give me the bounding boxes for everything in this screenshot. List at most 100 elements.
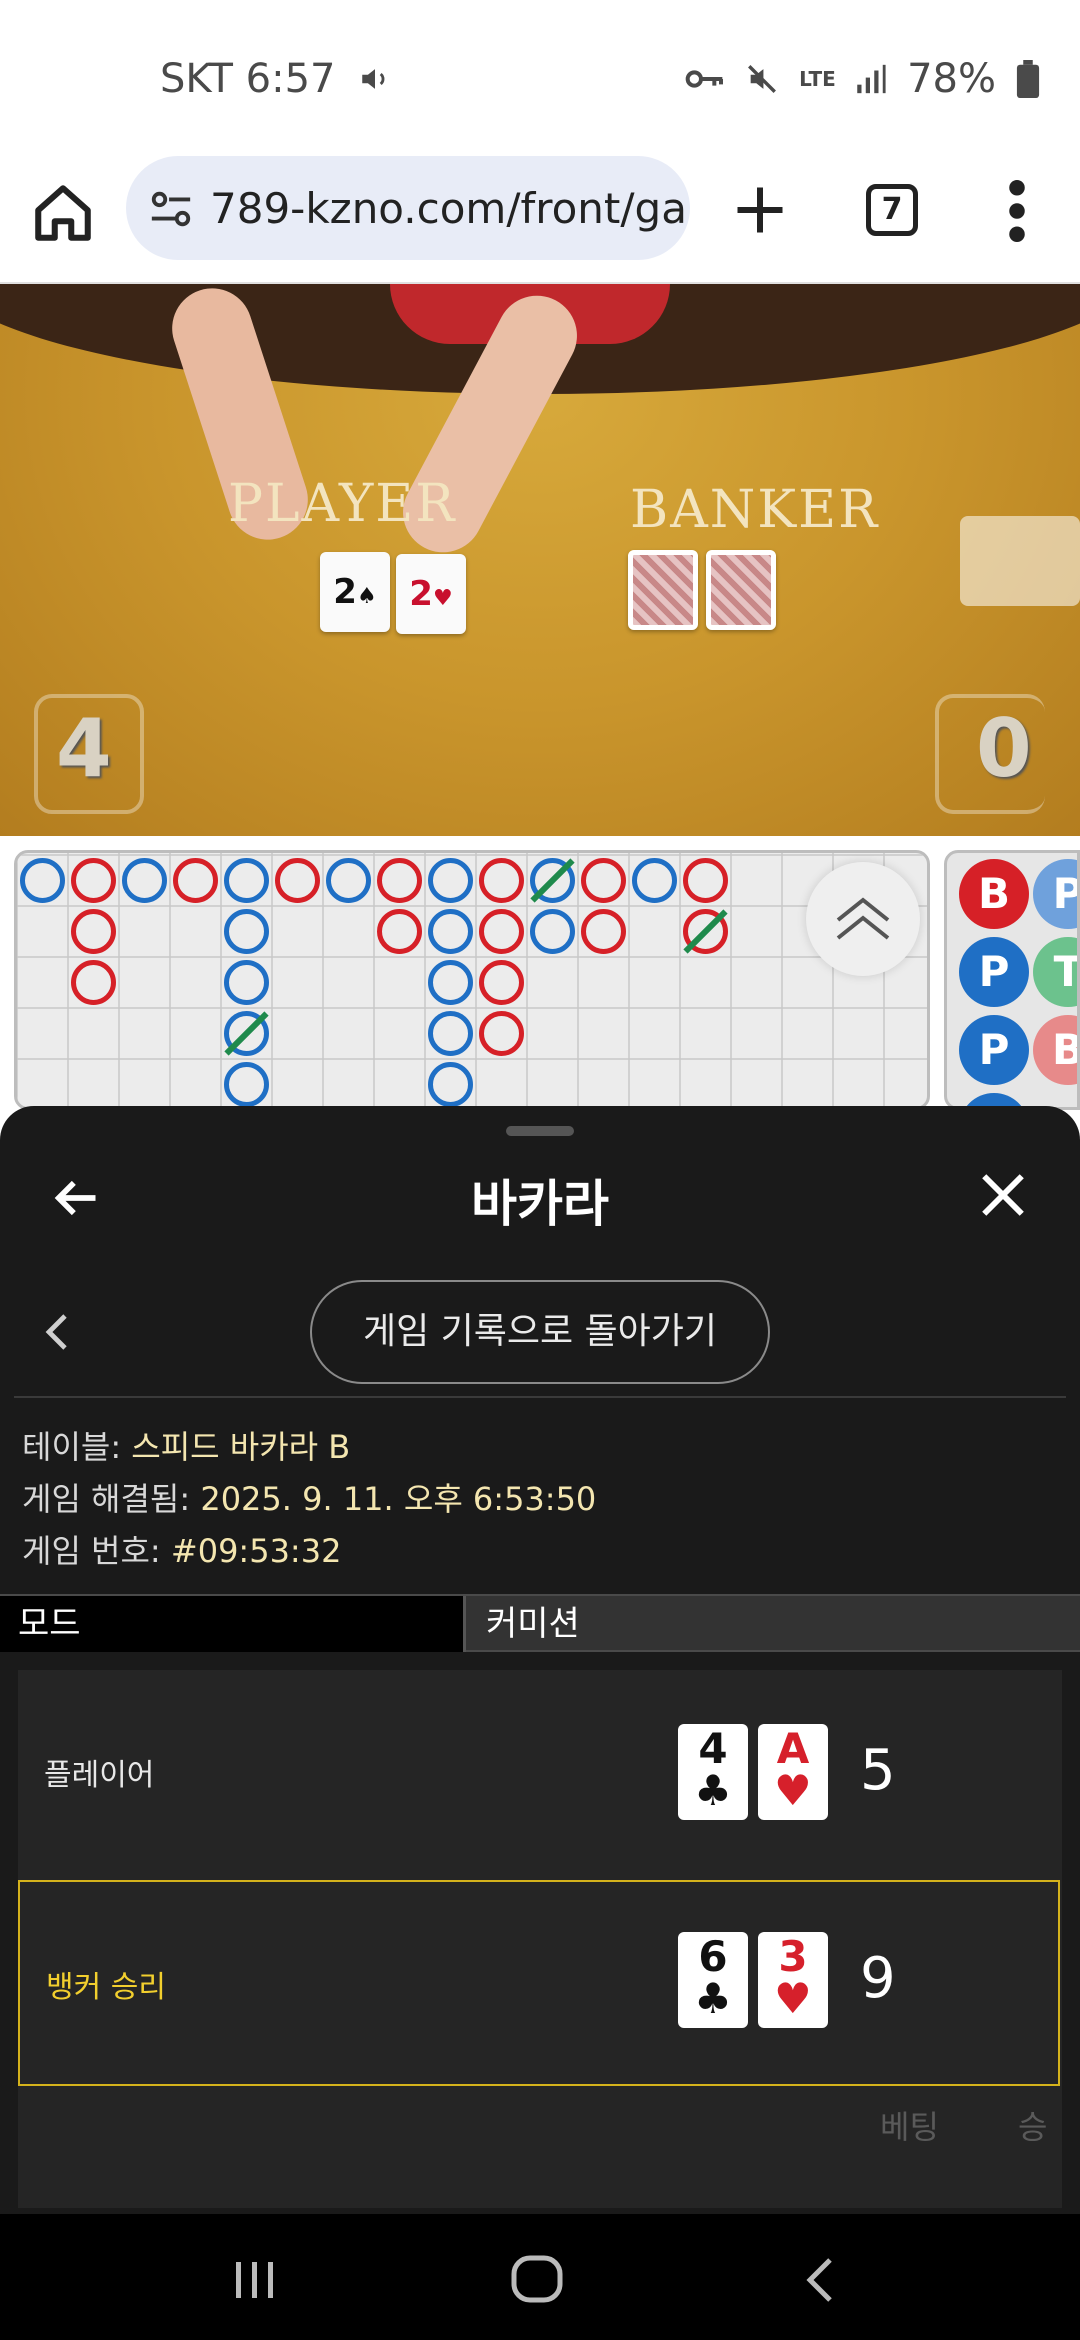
home-button[interactable] xyxy=(30,180,96,246)
big-road-banker-mark xyxy=(275,858,320,903)
video-card-suit: ♠ xyxy=(356,584,377,609)
big-road-banker-mark xyxy=(71,909,116,954)
big-road-banker-mark xyxy=(581,909,626,954)
big-road-banker-mark xyxy=(71,858,116,903)
plus-icon xyxy=(737,187,783,233)
status-left: SKT 6:57 xyxy=(160,56,392,102)
big-road-banker-mark xyxy=(377,858,422,903)
browser-toolbar: 789-kzno.com/front/ga 7 xyxy=(0,150,1080,284)
divider xyxy=(14,1396,1066,1398)
card-suit: ♣ xyxy=(694,1766,732,1815)
player-label: 플레이어 xyxy=(44,1758,155,1793)
bead-banker: B xyxy=(959,859,1029,929)
collapse-roads-button[interactable] xyxy=(806,862,920,976)
previous-button[interactable] xyxy=(44,1312,70,1352)
big-road-banker-mark xyxy=(71,960,116,1005)
big-road-player-mark xyxy=(122,858,167,903)
status-right: LTE 78% xyxy=(685,56,1040,102)
big-road-banker-mark xyxy=(581,858,626,903)
win-column-header: 승 xyxy=(1018,2108,1048,2146)
battery-icon xyxy=(1016,60,1040,98)
big-road-banker-mark xyxy=(479,1011,524,1056)
network-type: LTE xyxy=(799,67,836,91)
video-card-suit: ♥ xyxy=(432,586,453,611)
address-bar[interactable]: 789-kzno.com/front/ga xyxy=(126,156,690,260)
bet-column-header: 베팅 xyxy=(880,2108,939,2146)
game-number-info: 게임 번호: #09:53:32 xyxy=(22,1526,341,1572)
card-suit: ♥ xyxy=(774,1766,812,1815)
resolved-label: 게임 해결됨: xyxy=(22,1480,201,1518)
card-shoe xyxy=(960,516,1080,606)
video-card-rank: 2 xyxy=(333,572,357,612)
big-road-banker-mark xyxy=(683,858,728,903)
system-nav-bar xyxy=(0,2214,1080,2340)
bead-road[interactable]: B P P T P B xyxy=(944,850,1080,1110)
player-card-1: 4 ♣ xyxy=(678,1724,748,1820)
url-text[interactable]: 789-kzno.com/front/ga xyxy=(210,184,687,233)
player-score: 4 xyxy=(56,702,112,795)
table-label: 테이블: xyxy=(22,1428,132,1466)
big-road-player-mark xyxy=(224,858,269,903)
back-to-history-button[interactable]: 게임 기록으로 돌아가기 xyxy=(310,1280,770,1384)
sheet-drag-handle[interactable] xyxy=(506,1126,574,1136)
banker-card-face-down xyxy=(628,550,698,630)
site-settings-icon[interactable] xyxy=(148,186,194,232)
game-number-value: #09:53:32 xyxy=(170,1532,342,1570)
banker-score: 0 xyxy=(976,702,1032,795)
video-card-rank: 2 xyxy=(409,574,433,614)
big-road[interactable] xyxy=(14,850,930,1110)
more-vert-icon xyxy=(1009,180,1025,242)
chevron-left-icon xyxy=(45,1314,67,1350)
browser-menu-button[interactable] xyxy=(1004,180,1030,242)
recent-apps-button[interactable] xyxy=(230,2258,280,2302)
player-total: 5 xyxy=(860,1738,896,1803)
mode-header-row: 모드 커미션 xyxy=(0,1594,1080,1652)
home-nav-button[interactable] xyxy=(510,2254,566,2304)
big-road-player-mark xyxy=(428,1011,473,1056)
big-road-player-mark xyxy=(326,858,371,903)
video-player-card-1: 2♠ xyxy=(320,552,390,632)
table-info: 테이블: 스피드 바카라 B xyxy=(22,1422,350,1468)
sheet-title: 바카라 xyxy=(471,1175,609,1233)
big-road-player-mark xyxy=(224,1062,269,1107)
big-road-player-mark xyxy=(632,858,677,903)
big-road-banker-mark xyxy=(479,858,524,903)
resolved-info: 게임 해결됨: 2025. 9. 11. 오후 6:53:50 xyxy=(22,1474,596,1520)
tab-switcher-button[interactable]: 7 xyxy=(866,184,918,236)
screen: SKT 6:57 LTE 78% 789-kzno.com/front/ga 7… xyxy=(0,0,1080,2340)
card-suit: ♣ xyxy=(694,1974,732,2023)
carrier-time: SKT 6:57 xyxy=(160,56,336,102)
felt-banker-label: BANKER xyxy=(630,480,880,540)
big-road-player-mark xyxy=(224,960,269,1005)
big-road-player-mark xyxy=(428,858,473,903)
big-road-banker-mark xyxy=(173,858,218,903)
key-icon xyxy=(685,64,725,94)
table-value: 스피드 바카라 B xyxy=(131,1428,351,1466)
banker-label: 뱅커 승리 xyxy=(46,1970,166,2005)
banker-card-1: 6 ♣ xyxy=(678,1932,748,2028)
big-road-player-mark xyxy=(224,909,269,954)
resolved-value: 2025. 9. 11. 오후 6:53:50 xyxy=(200,1480,597,1518)
big-road-grid xyxy=(17,853,927,1107)
felt-player-label: PLAYER xyxy=(228,474,457,534)
tab-count: 7 xyxy=(881,192,903,227)
bead-player: P xyxy=(1033,859,1077,929)
banker-total: 9 xyxy=(860,1946,896,2011)
big-road-player-mark xyxy=(530,909,575,954)
back-nav-button[interactable] xyxy=(800,2254,840,2306)
banker-card-2: 3 ♥ xyxy=(758,1932,828,2028)
bead-player: P xyxy=(959,1015,1029,1085)
close-button[interactable] xyxy=(978,1170,1028,1220)
live-video[interactable]: PLAYER BANKER 2♠ 2♥ 4 0 xyxy=(0,284,1080,836)
banker-result-row: 뱅커 승리 6 ♣ 3 ♥ 9 xyxy=(18,1880,1060,2086)
mute-icon xyxy=(745,62,779,96)
chevron-up-double-icon xyxy=(836,897,890,940)
big-road-player-mark xyxy=(428,1062,473,1107)
new-tab-button[interactable] xyxy=(730,180,790,240)
game-history-sheet: 바카라 게임 기록으로 돌아가기 테이블: 스피드 바카라 B 게임 해결됨: … xyxy=(0,1106,1080,2214)
status-bar: SKT 6:57 LTE 78% xyxy=(0,0,1080,150)
home-icon xyxy=(35,185,91,241)
big-road-player-mark xyxy=(428,909,473,954)
mode-header: 모드 xyxy=(0,1596,466,1652)
video-player-card-2: 2♥ xyxy=(396,554,466,634)
